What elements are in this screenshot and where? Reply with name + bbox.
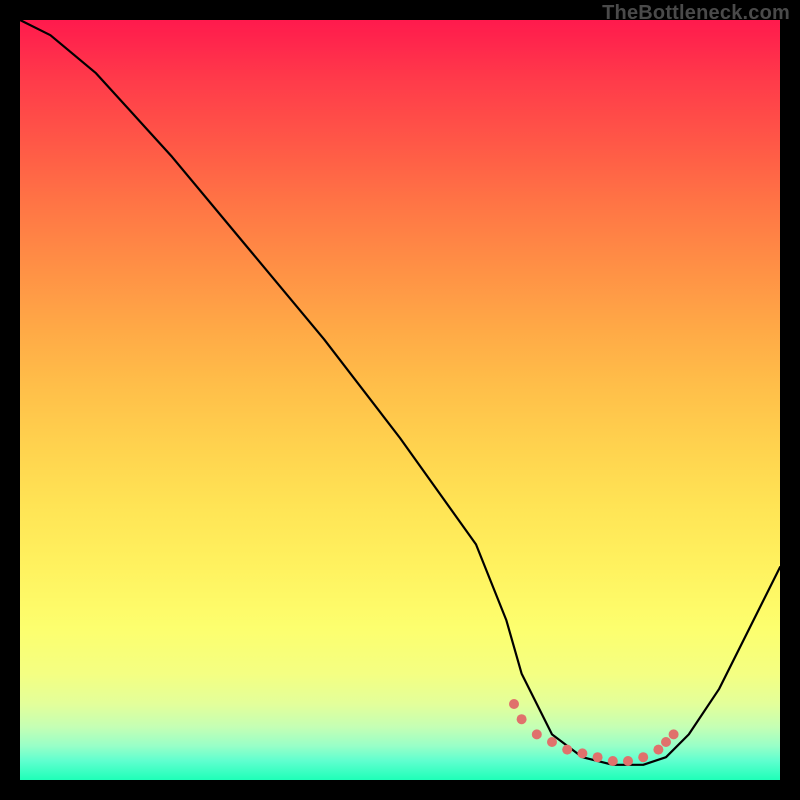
curve-layer <box>20 20 780 765</box>
highlight-marker <box>653 745 663 755</box>
highlight-marker <box>661 737 671 747</box>
marker-layer <box>509 699 679 766</box>
highlight-marker <box>547 737 557 747</box>
highlight-marker <box>638 752 648 762</box>
chart-container: TheBottleneck.com <box>0 0 800 800</box>
highlight-marker <box>517 714 527 724</box>
highlight-marker <box>577 748 587 758</box>
plot-area <box>20 20 780 780</box>
highlight-marker <box>509 699 519 709</box>
highlight-marker <box>532 729 542 739</box>
highlight-marker <box>669 729 679 739</box>
watermark-label: TheBottleneck.com <box>602 2 790 25</box>
highlight-marker <box>562 745 572 755</box>
highlight-marker <box>623 756 633 766</box>
bottleneck-curve <box>20 20 780 765</box>
highlight-marker <box>593 752 603 762</box>
chart-svg <box>20 20 780 780</box>
highlight-marker <box>608 756 618 766</box>
